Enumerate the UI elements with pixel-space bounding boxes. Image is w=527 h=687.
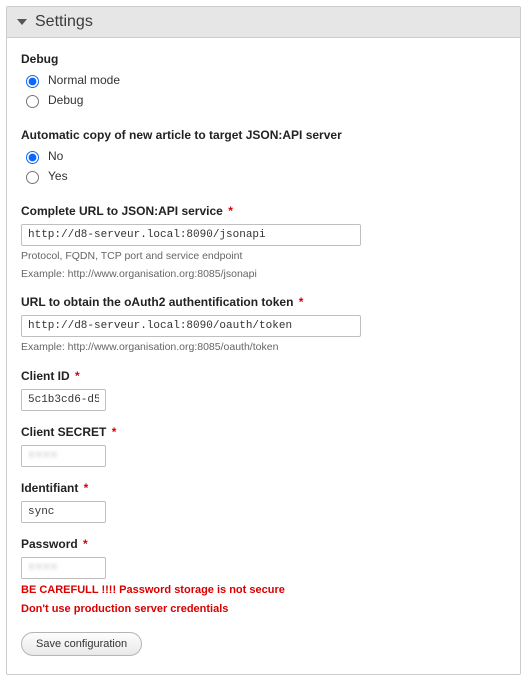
identifiant-input[interactable] bbox=[21, 501, 106, 523]
password-input[interactable] bbox=[21, 557, 106, 579]
chevron-down-icon bbox=[17, 19, 27, 25]
debug-group: Debug Normal mode Debug bbox=[21, 52, 506, 108]
debug-radio-debug[interactable] bbox=[26, 95, 39, 108]
autocopy-option-yes[interactable]: Yes bbox=[21, 168, 506, 184]
client-id-label: Client ID * bbox=[21, 369, 506, 383]
identifiant-label-text: Identifiant bbox=[21, 481, 78, 495]
client-id-label-text: Client ID bbox=[21, 369, 70, 383]
autocopy-label: Automatic copy of new article to target … bbox=[21, 128, 506, 142]
password-warning-2: Don't use production server credentials bbox=[21, 602, 506, 617]
debug-radio-normal[interactable] bbox=[26, 75, 39, 88]
url-oauth-label: URL to obtain the oAuth2 authentificatio… bbox=[21, 295, 506, 309]
url-oauth-field: URL to obtain the oAuth2 authentificatio… bbox=[21, 295, 506, 355]
password-field: Password * BE CAREFULL !!!! Password sto… bbox=[21, 537, 506, 618]
client-secret-label-text: Client SECRET bbox=[21, 425, 106, 439]
save-configuration-button[interactable]: Save configuration bbox=[21, 632, 142, 656]
required-marker: * bbox=[83, 537, 88, 551]
autocopy-radio-no[interactable] bbox=[26, 151, 39, 164]
identifiant-label: Identifiant * bbox=[21, 481, 506, 495]
autocopy-option-yes-label: Yes bbox=[48, 169, 68, 183]
autocopy-radio-yes[interactable] bbox=[26, 171, 39, 184]
url-service-input[interactable] bbox=[21, 224, 361, 246]
url-service-label-text: Complete URL to JSON:API service bbox=[21, 204, 223, 218]
url-service-field: Complete URL to JSON:API service * Proto… bbox=[21, 204, 506, 281]
client-secret-field: Client SECRET * bbox=[21, 425, 506, 467]
url-oauth-input[interactable] bbox=[21, 315, 361, 337]
autocopy-group: Automatic copy of new article to target … bbox=[21, 128, 506, 184]
identifiant-field: Identifiant * bbox=[21, 481, 506, 523]
required-marker: * bbox=[228, 204, 233, 218]
required-marker: * bbox=[75, 369, 80, 383]
autocopy-option-no-label: No bbox=[48, 149, 63, 163]
required-marker: * bbox=[112, 425, 117, 439]
debug-option-normal-label: Normal mode bbox=[48, 73, 120, 87]
settings-panel: Settings Debug Normal mode Debug Automat… bbox=[6, 6, 521, 675]
url-service-hint2: Example: http://www.organisation.org:808… bbox=[21, 267, 506, 282]
password-label-text: Password bbox=[21, 537, 78, 551]
client-id-input[interactable] bbox=[21, 389, 106, 411]
client-secret-label: Client SECRET * bbox=[21, 425, 506, 439]
client-id-field: Client ID * bbox=[21, 369, 506, 411]
panel-title: Settings bbox=[35, 13, 93, 31]
settings-panel-header[interactable]: Settings bbox=[7, 7, 520, 38]
client-secret-input[interactable] bbox=[21, 445, 106, 467]
password-warning-1: BE CAREFULL !!!! Password storage is not… bbox=[21, 583, 506, 598]
debug-option-debug-label: Debug bbox=[48, 93, 83, 107]
required-marker: * bbox=[84, 481, 89, 495]
url-service-label: Complete URL to JSON:API service * bbox=[21, 204, 506, 218]
debug-option-debug[interactable]: Debug bbox=[21, 92, 506, 108]
required-marker: * bbox=[299, 295, 304, 309]
debug-option-normal[interactable]: Normal mode bbox=[21, 72, 506, 88]
debug-label: Debug bbox=[21, 52, 506, 66]
settings-panel-body: Debug Normal mode Debug Automatic copy o… bbox=[7, 38, 520, 674]
url-oauth-label-text: URL to obtain the oAuth2 authentificatio… bbox=[21, 295, 293, 309]
password-label: Password * bbox=[21, 537, 506, 551]
autocopy-option-no[interactable]: No bbox=[21, 148, 506, 164]
url-oauth-hint1: Example: http://www.organisation.org:808… bbox=[21, 340, 506, 355]
url-service-hint1: Protocol, FQDN, TCP port and service end… bbox=[21, 249, 506, 264]
